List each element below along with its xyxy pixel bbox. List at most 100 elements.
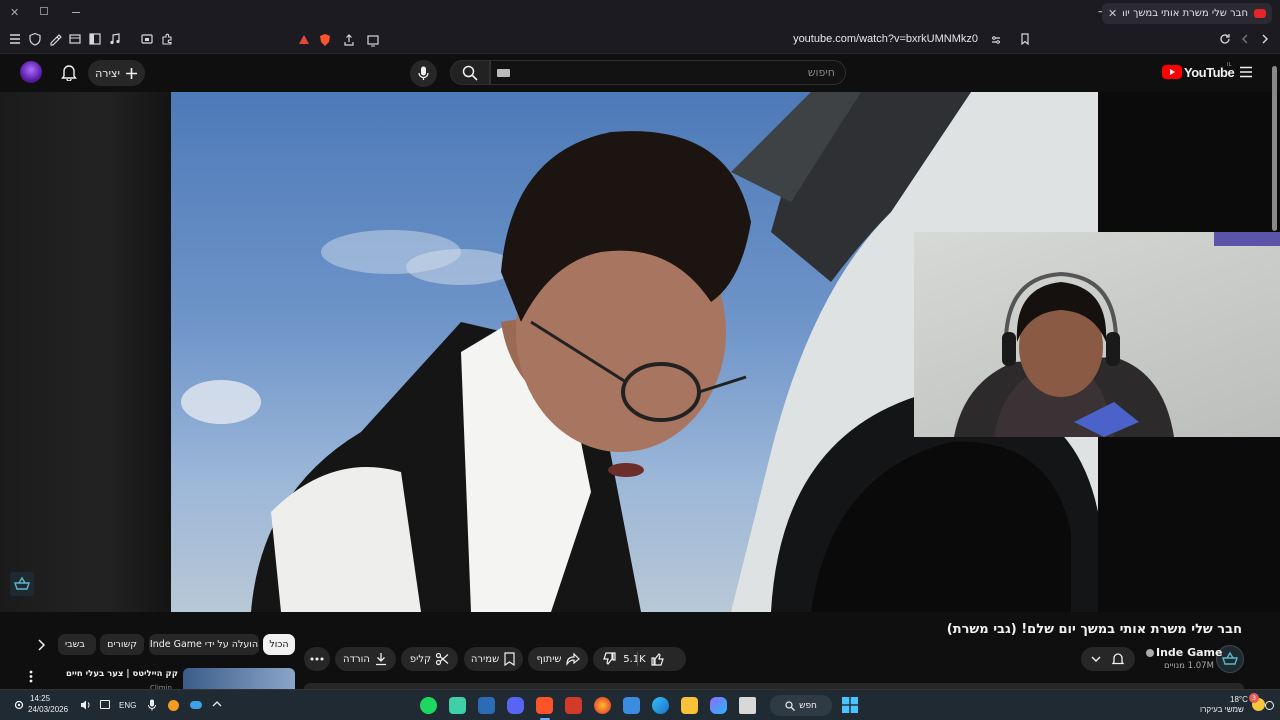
share-button[interactable]: שיתוף [528, 647, 588, 671]
onedrive-icon[interactable] [168, 700, 179, 711]
microphone-icon [418, 66, 429, 81]
shield-icon[interactable] [28, 32, 44, 48]
reload-icon[interactable] [1218, 32, 1234, 48]
chips-next-chevron-icon[interactable] [36, 639, 46, 651]
chip-related[interactable]: קשורים [100, 634, 144, 655]
tabs-icon[interactable] [68, 32, 84, 48]
like-divider [637, 652, 638, 666]
close-tab-icon[interactable]: ✕ [1108, 7, 1117, 20]
close-window-icon[interactable]: ✕ [10, 6, 19, 19]
store-icon[interactable] [623, 697, 640, 714]
chip-partial[interactable]: בשבי [58, 634, 96, 655]
brave-shields-icon[interactable] [318, 33, 332, 47]
network-icon[interactable] [100, 700, 110, 709]
spotify-icon[interactable] [420, 697, 437, 714]
save-button[interactable]: שמירה [464, 647, 523, 671]
more-horizontal-icon [310, 657, 324, 661]
bookmark-icon[interactable] [1018, 32, 1034, 48]
related-video-title[interactable]: קק הייליטס | צער בעלי חיים [60, 669, 178, 679]
restore-window-icon[interactable] [40, 7, 48, 15]
tray-chevron-up-icon[interactable] [212, 700, 222, 708]
task-view-icon[interactable] [739, 697, 756, 714]
tab-title: חבר שלי משרת אותי במשך יום ש [1123, 8, 1248, 19]
copilot-icon[interactable] [710, 697, 727, 714]
app-icon-green[interactable] [449, 697, 466, 714]
weather-temp[interactable]: 18°C [1230, 695, 1248, 704]
taskbar-search-button[interactable]: חפש [770, 695, 832, 716]
verified-badge-icon [1146, 649, 1154, 657]
chevron-down-icon [1091, 655, 1101, 663]
channel-name[interactable]: Inde Game [1156, 646, 1222, 659]
site-settings-icon[interactable] [990, 34, 1002, 46]
video-ambient-left [0, 92, 171, 612]
chip-uploaded-by[interactable]: הועלה על ידי Inde Game [149, 634, 259, 655]
youtube-logo[interactable] [1162, 65, 1182, 79]
mic-tray-icon[interactable] [148, 699, 156, 711]
brush-icon[interactable] [48, 32, 64, 48]
search-button[interactable] [450, 60, 490, 85]
voice-search-button[interactable] [410, 60, 437, 87]
weather-description[interactable]: שמשי בעיקרו [1200, 705, 1244, 714]
search-placeholder: חיפוש [807, 66, 835, 79]
cloud-icon[interactable] [190, 701, 202, 709]
settings-gear-icon[interactable] [13, 699, 25, 711]
share-icon [565, 652, 580, 666]
search-input[interactable]: חיפוש [490, 60, 846, 85]
youtube-region-code: IL [1227, 62, 1232, 68]
firefox-icon[interactable] [594, 697, 611, 714]
subscribed-button[interactable] [1081, 647, 1135, 671]
discord-icon[interactable] [507, 697, 524, 714]
like-dislike-group: 5.1K [593, 647, 686, 671]
music-icon[interactable] [108, 32, 124, 48]
extensions-icon[interactable] [160, 32, 176, 48]
channel-watermark-icon[interactable] [10, 572, 34, 596]
bookmark-save-icon [504, 652, 515, 666]
clip-button[interactable]: קליפ [401, 647, 458, 671]
brave-taskbar-icon[interactable] [536, 697, 553, 714]
notification-count-badge: 3 [1249, 693, 1259, 703]
download-button[interactable]: הורדה [335, 647, 396, 671]
brave-beta-icon[interactable] [565, 697, 582, 714]
address-bar[interactable]: youtube.com/watch?v=bxrkUMNMkz0 [290, 29, 1010, 51]
like-icon [651, 653, 664, 666]
sidebar-icon[interactable] [88, 32, 104, 48]
share-page-icon[interactable] [342, 33, 356, 47]
keyboard-icon[interactable] [497, 69, 510, 77]
more-vertical-icon[interactable] [29, 670, 33, 683]
dislike-button[interactable] [603, 652, 617, 666]
focus-assist-icon[interactable] [1265, 701, 1274, 710]
back-icon[interactable] [1238, 32, 1254, 48]
clock-date[interactable]: 24/03/2026 [28, 705, 68, 714]
browser-tab-strip: ✕ + חבר שלי משרת אותי במשך יום ש ✕ [0, 0, 1280, 26]
reader-mode-icon[interactable] [366, 33, 380, 47]
minimize-window-icon[interactable] [72, 12, 80, 13]
chip-all[interactable]: הכול [263, 634, 295, 655]
clip-label: קליפ [409, 653, 432, 665]
page-scrollbar[interactable] [1272, 66, 1277, 231]
subscriber-count: 1.07M מנויים [1164, 661, 1214, 671]
browser-toolbar: youtube.com/watch?v=bxrkUMNMkz0 [0, 26, 1280, 54]
more-actions-button[interactable] [304, 647, 330, 671]
windows-start-icon[interactable] [842, 697, 858, 713]
avatar[interactable] [20, 61, 42, 83]
volume-icon[interactable] [80, 700, 91, 710]
file-explorer-icon[interactable] [681, 697, 698, 714]
guide-menu-icon[interactable] [1239, 66, 1253, 78]
menu-icon[interactable] [8, 32, 24, 48]
webcam-overlay [914, 232, 1280, 437]
active-tab[interactable]: חבר שלי משרת אותי במשך יום ש ✕ [1102, 3, 1272, 24]
create-button[interactable]: יצירה [88, 60, 145, 86]
forward-icon[interactable] [1258, 32, 1274, 48]
screenshot-icon[interactable] [140, 32, 156, 48]
notifications-bell-icon[interactable] [61, 64, 77, 81]
input-language[interactable]: ENG [119, 701, 136, 710]
edge-icon[interactable] [652, 697, 669, 714]
video-player[interactable] [0, 92, 1280, 612]
app-icon-pen[interactable] [478, 697, 495, 714]
dislike-icon [603, 652, 616, 665]
like-button[interactable]: 5.1K [615, 652, 664, 666]
save-label: שמירה [470, 653, 500, 665]
brave-rewards-icon[interactable] [298, 34, 310, 46]
clock-time[interactable]: 14:25 [30, 694, 50, 703]
related-video-thumbnail[interactable] [183, 668, 295, 689]
